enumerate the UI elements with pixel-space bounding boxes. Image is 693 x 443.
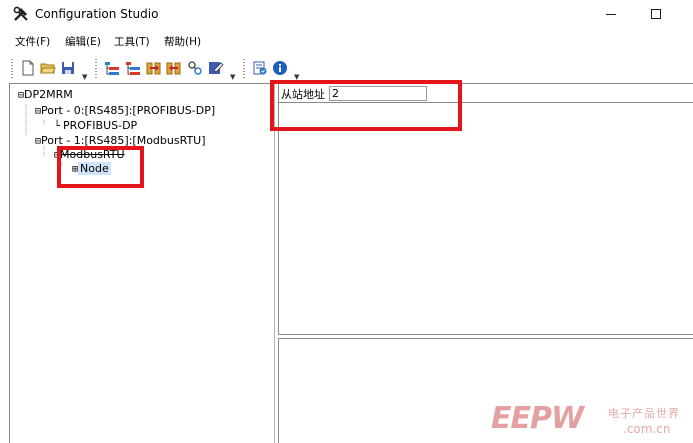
config-check-icon[interactable]	[252, 60, 268, 76]
leaf-connector-icon: └	[54, 121, 61, 132]
highlight-box-slave-address	[270, 80, 462, 131]
tree-item-port0[interactable]: ⊟Port - 0:[RS485]:[PROFIBUS-DP]	[35, 104, 215, 117]
tree-add-icon[interactable]	[104, 60, 120, 76]
upload-icon[interactable]	[146, 60, 162, 76]
toolbar-separator-2	[243, 59, 245, 79]
toolbar-grip	[11, 59, 13, 79]
tree-remove-icon[interactable]	[125, 60, 141, 76]
menu-file[interactable]: 文件(F)	[15, 34, 50, 49]
menu-help[interactable]: 帮助(H)	[164, 34, 201, 49]
toolbar-separator	[95, 59, 97, 79]
link-icon[interactable]	[187, 60, 203, 76]
title-bar: Configuration Studio	[0, 0, 693, 28]
download-icon[interactable]	[166, 60, 182, 76]
device-tree: ⊟DP2MRM ⊟Port - 0:[RS485]:[PROFIBUS-DP] …	[9, 83, 275, 443]
toolbar-overflow-icon-2[interactable]: ▼	[230, 73, 235, 81]
tree-item-label: DP2MRM	[24, 88, 73, 101]
tree-item-label: PROFIBUS-DP	[63, 119, 138, 132]
maximize-button[interactable]	[645, 4, 667, 24]
tree-item-root[interactable]: ⊟DP2MRM	[18, 88, 73, 101]
info-icon[interactable]	[272, 60, 288, 76]
menu-bar: 文件(F) 编辑(E) 工具(T) 帮助(H)	[0, 31, 693, 51]
open-folder-icon[interactable]	[40, 60, 56, 76]
new-file-icon[interactable]	[20, 60, 36, 76]
tree-item-profibus-dp[interactable]: └ PROFIBUS-DP	[54, 119, 137, 132]
toolbar-overflow-icon[interactable]: ▼	[82, 73, 87, 81]
save-icon[interactable]	[60, 60, 76, 76]
watermark-domain: .com.cn	[623, 422, 671, 436]
watermark-tagline: 电子产品世界	[608, 407, 680, 420]
menu-tools[interactable]: 工具(T)	[114, 34, 150, 49]
tools-icon	[13, 6, 28, 21]
minimize-button[interactable]	[600, 4, 622, 24]
tree-item-label: Port - 0:[RS485]:[PROFIBUS-DP]	[41, 104, 216, 117]
watermark: EEPW 电子产品世界 .com.cn	[491, 402, 693, 442]
edit-icon[interactable]	[208, 60, 224, 76]
watermark-logo: EEPW	[491, 401, 584, 436]
toolbar: ▼ ▼ ▼	[0, 54, 693, 82]
window-title: Configuration Studio	[35, 7, 159, 21]
highlight-box-tree	[57, 146, 144, 188]
menu-edit[interactable]: 编辑(E)	[65, 34, 101, 49]
